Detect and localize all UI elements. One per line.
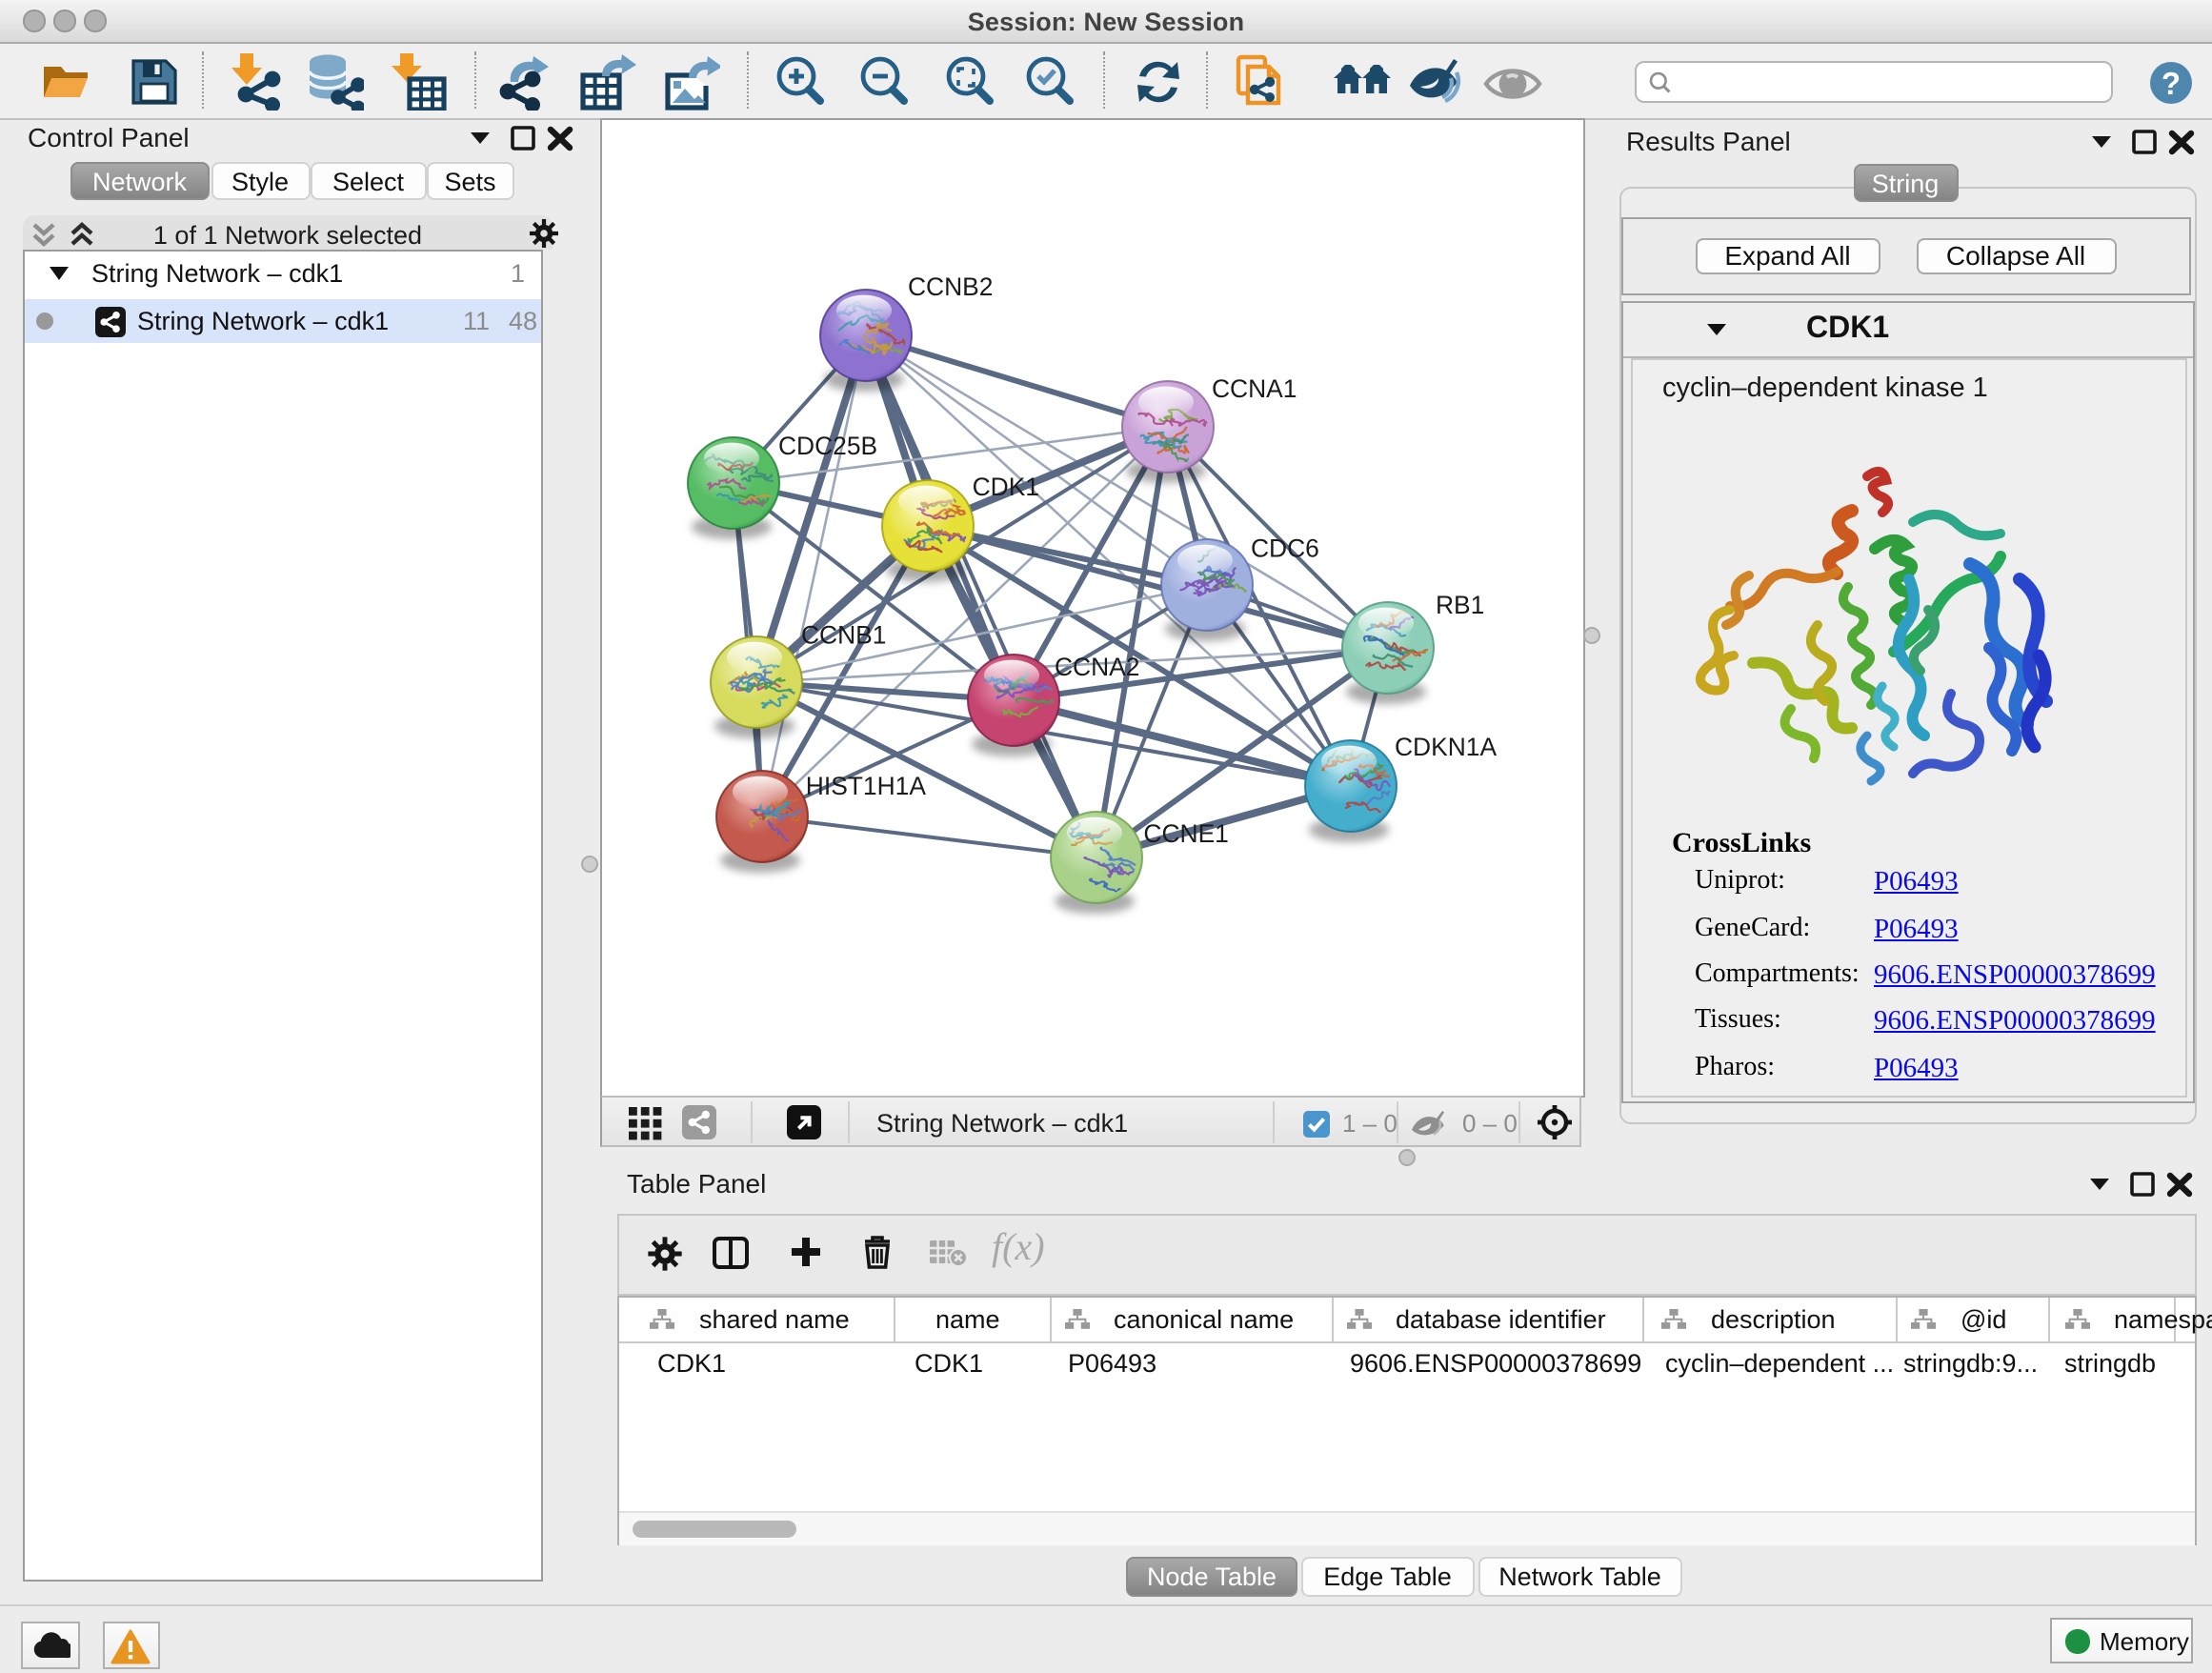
svg-text:CDK1: CDK1 — [972, 473, 1038, 501]
svg-text:HIST1H1A: HIST1H1A — [805, 772, 926, 800]
svg-text:CCNB2: CCNB2 — [907, 272, 992, 301]
svg-text:CCNA1: CCNA1 — [1211, 374, 1296, 403]
svg-text:CDKN1A: CDKN1A — [1394, 733, 1496, 761]
svg-text:RB1: RB1 — [1435, 591, 1483, 619]
svg-text:CCNB1: CCNB1 — [800, 621, 885, 650]
svg-text:CCNE1: CCNE1 — [1142, 819, 1227, 848]
svg-text:CCNA2: CCNA2 — [1054, 653, 1138, 681]
svg-text:CDC6: CDC6 — [1250, 534, 1318, 563]
svg-text:?: ? — [2162, 65, 2181, 100]
svg-text:CDC25B: CDC25B — [777, 432, 876, 460]
